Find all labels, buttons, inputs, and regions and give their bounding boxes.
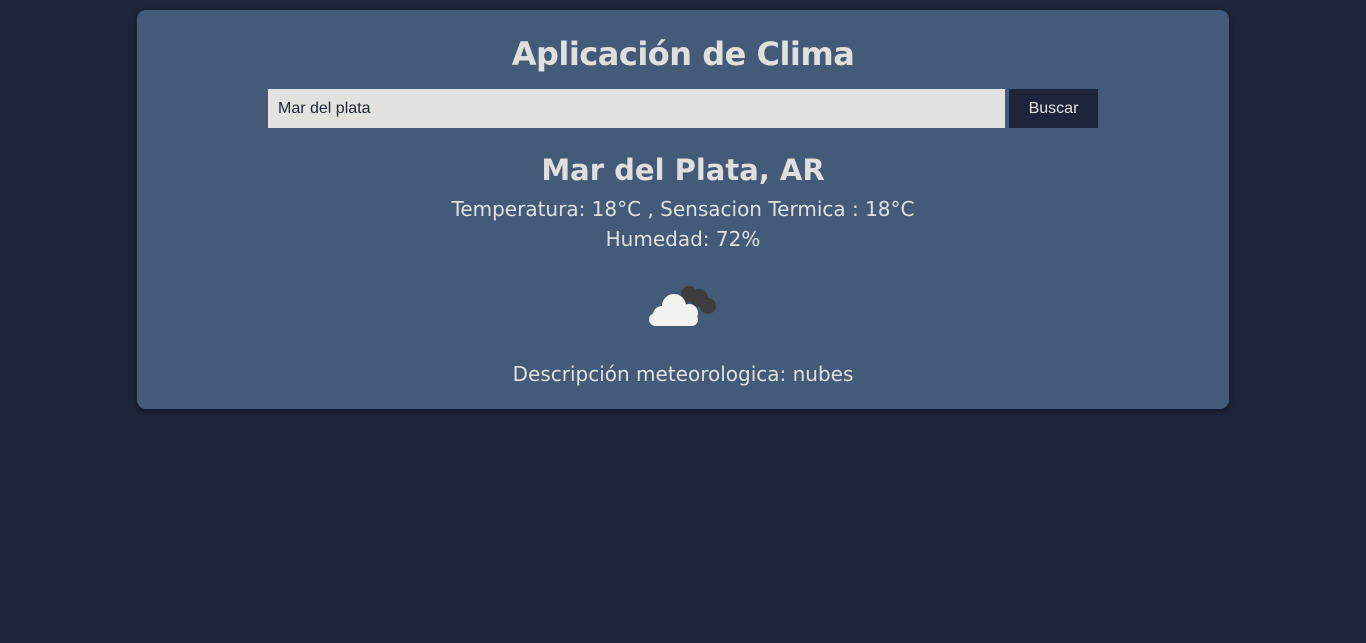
humidity-text: Humedad: 72% — [605, 227, 761, 251]
cloudy-icon — [649, 286, 716, 326]
temperature-text: Temperatura: 18°C , Sensacion Termica : … — [451, 197, 915, 221]
search-button[interactable]: Buscar — [1009, 89, 1098, 128]
weather-card: Aplicación de Clima Buscar Mar del Plata… — [137, 10, 1229, 409]
city-name: Mar del Plata, AR — [541, 153, 825, 187]
weather-description: Descripción meteorologica: nubes — [512, 362, 854, 386]
city-search-input[interactable] — [268, 89, 1005, 128]
page-title: Aplicación de Clima — [511, 35, 855, 73]
